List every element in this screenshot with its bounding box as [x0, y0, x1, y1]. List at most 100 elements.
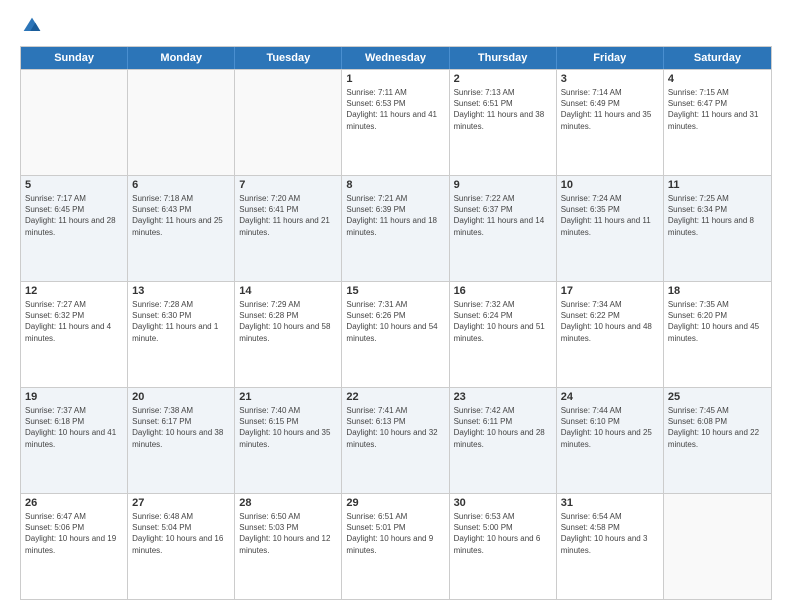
day-info: Sunrise: 7:27 AM Sunset: 6:32 PM Dayligh…	[25, 299, 123, 344]
day-number: 20	[132, 391, 230, 403]
calendar-body: 1 Sunrise: 7:11 AM Sunset: 6:53 PM Daylig…	[21, 69, 771, 599]
day-header-wednesday: Wednesday	[342, 47, 449, 69]
day-number: 13	[132, 285, 230, 297]
day-number: 2	[454, 73, 552, 85]
page: SundayMondayTuesdayWednesdayThursdayFrid…	[0, 0, 792, 612]
day-cell-2: 2 Sunrise: 7:13 AM Sunset: 6:51 PM Daylig…	[450, 70, 557, 175]
day-cell-29: 29 Sunrise: 6:51 AM Sunset: 5:01 PM Dayli…	[342, 494, 449, 599]
day-info: Sunrise: 7:44 AM Sunset: 6:10 PM Dayligh…	[561, 405, 659, 450]
day-info: Sunrise: 7:42 AM Sunset: 6:11 PM Dayligh…	[454, 405, 552, 450]
day-info: Sunrise: 7:34 AM Sunset: 6:22 PM Dayligh…	[561, 299, 659, 344]
day-info: Sunrise: 7:38 AM Sunset: 6:17 PM Dayligh…	[132, 405, 230, 450]
day-cell-11: 11 Sunrise: 7:25 AM Sunset: 6:34 PM Dayli…	[664, 176, 771, 281]
day-info: Sunrise: 7:14 AM Sunset: 6:49 PM Dayligh…	[561, 87, 659, 132]
day-info: Sunrise: 7:13 AM Sunset: 6:51 PM Dayligh…	[454, 87, 552, 132]
day-number: 1	[346, 73, 444, 85]
day-number: 25	[668, 391, 767, 403]
day-cell-27: 27Sunrise: 6:48 AM Sunset: 5:04 PM Dayli…	[128, 494, 235, 599]
day-number: 28	[239, 497, 337, 509]
day-info: Sunrise: 7:45 AM Sunset: 6:08 PM Dayligh…	[668, 405, 767, 450]
day-cell-empty	[21, 70, 128, 175]
calendar-week-1: 1 Sunrise: 7:11 AM Sunset: 6:53 PM Daylig…	[21, 69, 771, 175]
calendar-week-4: 19 Sunrise: 7:37 AM Sunset: 6:18 PM Dayli…	[21, 387, 771, 493]
day-cell-4: 4Sunrise: 7:15 AM Sunset: 6:47 PM Daylig…	[664, 70, 771, 175]
day-cell-18: 18 Sunrise: 7:35 AM Sunset: 6:20 PM Dayli…	[664, 282, 771, 387]
day-header-tuesday: Tuesday	[235, 47, 342, 69]
day-cell-23: 23 Sunrise: 7:42 AM Sunset: 6:11 PM Dayli…	[450, 388, 557, 493]
day-cell-empty	[664, 494, 771, 599]
day-cell-9: 9 Sunrise: 7:22 AM Sunset: 6:37 PM Daylig…	[450, 176, 557, 281]
day-number: 22	[346, 391, 444, 403]
day-cell-16: 16Sunrise: 7:32 AM Sunset: 6:24 PM Dayli…	[450, 282, 557, 387]
day-cell-21: 21 Sunrise: 7:40 AM Sunset: 6:15 PM Dayli…	[235, 388, 342, 493]
day-info: Sunrise: 7:11 AM Sunset: 6:53 PM Dayligh…	[346, 87, 444, 132]
day-number: 10	[561, 179, 659, 191]
day-info: Sunrise: 7:40 AM Sunset: 6:15 PM Dayligh…	[239, 405, 337, 450]
logo	[20, 16, 42, 36]
day-cell-31: 31 Sunrise: 6:54 AM Sunset: 4:58 PM Dayli…	[557, 494, 664, 599]
day-number: 7	[239, 179, 337, 191]
day-number: 14	[239, 285, 337, 297]
day-cell-17: 17 Sunrise: 7:34 AM Sunset: 6:22 PM Dayli…	[557, 282, 664, 387]
day-header-friday: Friday	[557, 47, 664, 69]
day-info: Sunrise: 7:21 AM Sunset: 6:39 PM Dayligh…	[346, 193, 444, 238]
day-header-monday: Monday	[128, 47, 235, 69]
day-info: Sunrise: 6:48 AM Sunset: 5:04 PM Dayligh…	[132, 511, 230, 556]
day-cell-1: 1 Sunrise: 7:11 AM Sunset: 6:53 PM Daylig…	[342, 70, 449, 175]
day-number: 31	[561, 497, 659, 509]
day-number: 16	[454, 285, 552, 297]
day-info: Sunrise: 7:31 AM Sunset: 6:26 PM Dayligh…	[346, 299, 444, 344]
calendar-week-3: 12 Sunrise: 7:27 AM Sunset: 6:32 PM Dayli…	[21, 281, 771, 387]
day-info: Sunrise: 7:29 AM Sunset: 6:28 PM Dayligh…	[239, 299, 337, 344]
day-header-saturday: Saturday	[664, 47, 771, 69]
day-info: Sunrise: 6:51 AM Sunset: 5:01 PM Dayligh…	[346, 511, 444, 556]
day-info: Sunrise: 7:35 AM Sunset: 6:20 PM Dayligh…	[668, 299, 767, 344]
header	[20, 16, 772, 36]
day-header-thursday: Thursday	[450, 47, 557, 69]
day-cell-26: 26 Sunrise: 6:47 AM Sunset: 5:06 PM Dayli…	[21, 494, 128, 599]
day-info: Sunrise: 7:22 AM Sunset: 6:37 PM Dayligh…	[454, 193, 552, 238]
calendar-week-5: 26 Sunrise: 6:47 AM Sunset: 5:06 PM Dayli…	[21, 493, 771, 599]
day-number: 5	[25, 179, 123, 191]
day-info: Sunrise: 6:50 AM Sunset: 5:03 PM Dayligh…	[239, 511, 337, 556]
day-info: Sunrise: 7:25 AM Sunset: 6:34 PM Dayligh…	[668, 193, 767, 238]
day-number: 11	[668, 179, 767, 191]
day-cell-8: 8Sunrise: 7:21 AM Sunset: 6:39 PM Daylig…	[342, 176, 449, 281]
calendar: SundayMondayTuesdayWednesdayThursdayFrid…	[20, 46, 772, 600]
calendar-header: SundayMondayTuesdayWednesdayThursdayFrid…	[21, 47, 771, 69]
calendar-week-2: 5 Sunrise: 7:17 AM Sunset: 6:45 PM Daylig…	[21, 175, 771, 281]
day-cell-28: 28 Sunrise: 6:50 AM Sunset: 5:03 PM Dayli…	[235, 494, 342, 599]
day-info: Sunrise: 7:20 AM Sunset: 6:41 PM Dayligh…	[239, 193, 337, 238]
day-number: 12	[25, 285, 123, 297]
day-number: 21	[239, 391, 337, 403]
day-number: 29	[346, 497, 444, 509]
day-cell-24: 24 Sunrise: 7:44 AM Sunset: 6:10 PM Dayli…	[557, 388, 664, 493]
day-info: Sunrise: 6:53 AM Sunset: 5:00 PM Dayligh…	[454, 511, 552, 556]
day-cell-3: 3Sunrise: 7:14 AM Sunset: 6:49 PM Daylig…	[557, 70, 664, 175]
day-cell-12: 12 Sunrise: 7:27 AM Sunset: 6:32 PM Dayli…	[21, 282, 128, 387]
day-number: 23	[454, 391, 552, 403]
day-number: 24	[561, 391, 659, 403]
day-number: 15	[346, 285, 444, 297]
day-number: 18	[668, 285, 767, 297]
day-info: Sunrise: 7:28 AM Sunset: 6:30 PM Dayligh…	[132, 299, 230, 344]
day-number: 6	[132, 179, 230, 191]
day-number: 26	[25, 497, 123, 509]
day-info: Sunrise: 7:17 AM Sunset: 6:45 PM Dayligh…	[25, 193, 123, 238]
day-info: Sunrise: 6:47 AM Sunset: 5:06 PM Dayligh…	[25, 511, 123, 556]
day-info: Sunrise: 7:24 AM Sunset: 6:35 PM Dayligh…	[561, 193, 659, 238]
day-number: 30	[454, 497, 552, 509]
day-cell-6: 6Sunrise: 7:18 AM Sunset: 6:43 PM Daylig…	[128, 176, 235, 281]
day-info: Sunrise: 6:54 AM Sunset: 4:58 PM Dayligh…	[561, 511, 659, 556]
logo-icon	[22, 16, 42, 36]
day-number: 9	[454, 179, 552, 191]
day-cell-14: 14 Sunrise: 7:29 AM Sunset: 6:28 PM Dayli…	[235, 282, 342, 387]
day-cell-5: 5 Sunrise: 7:17 AM Sunset: 6:45 PM Daylig…	[21, 176, 128, 281]
day-number: 19	[25, 391, 123, 403]
day-info: Sunrise: 7:37 AM Sunset: 6:18 PM Dayligh…	[25, 405, 123, 450]
day-info: Sunrise: 7:41 AM Sunset: 6:13 PM Dayligh…	[346, 405, 444, 450]
day-cell-empty	[128, 70, 235, 175]
day-cell-13: 13 Sunrise: 7:28 AM Sunset: 6:30 PM Dayli…	[128, 282, 235, 387]
day-cell-20: 20 Sunrise: 7:38 AM Sunset: 6:17 PM Dayli…	[128, 388, 235, 493]
day-number: 17	[561, 285, 659, 297]
